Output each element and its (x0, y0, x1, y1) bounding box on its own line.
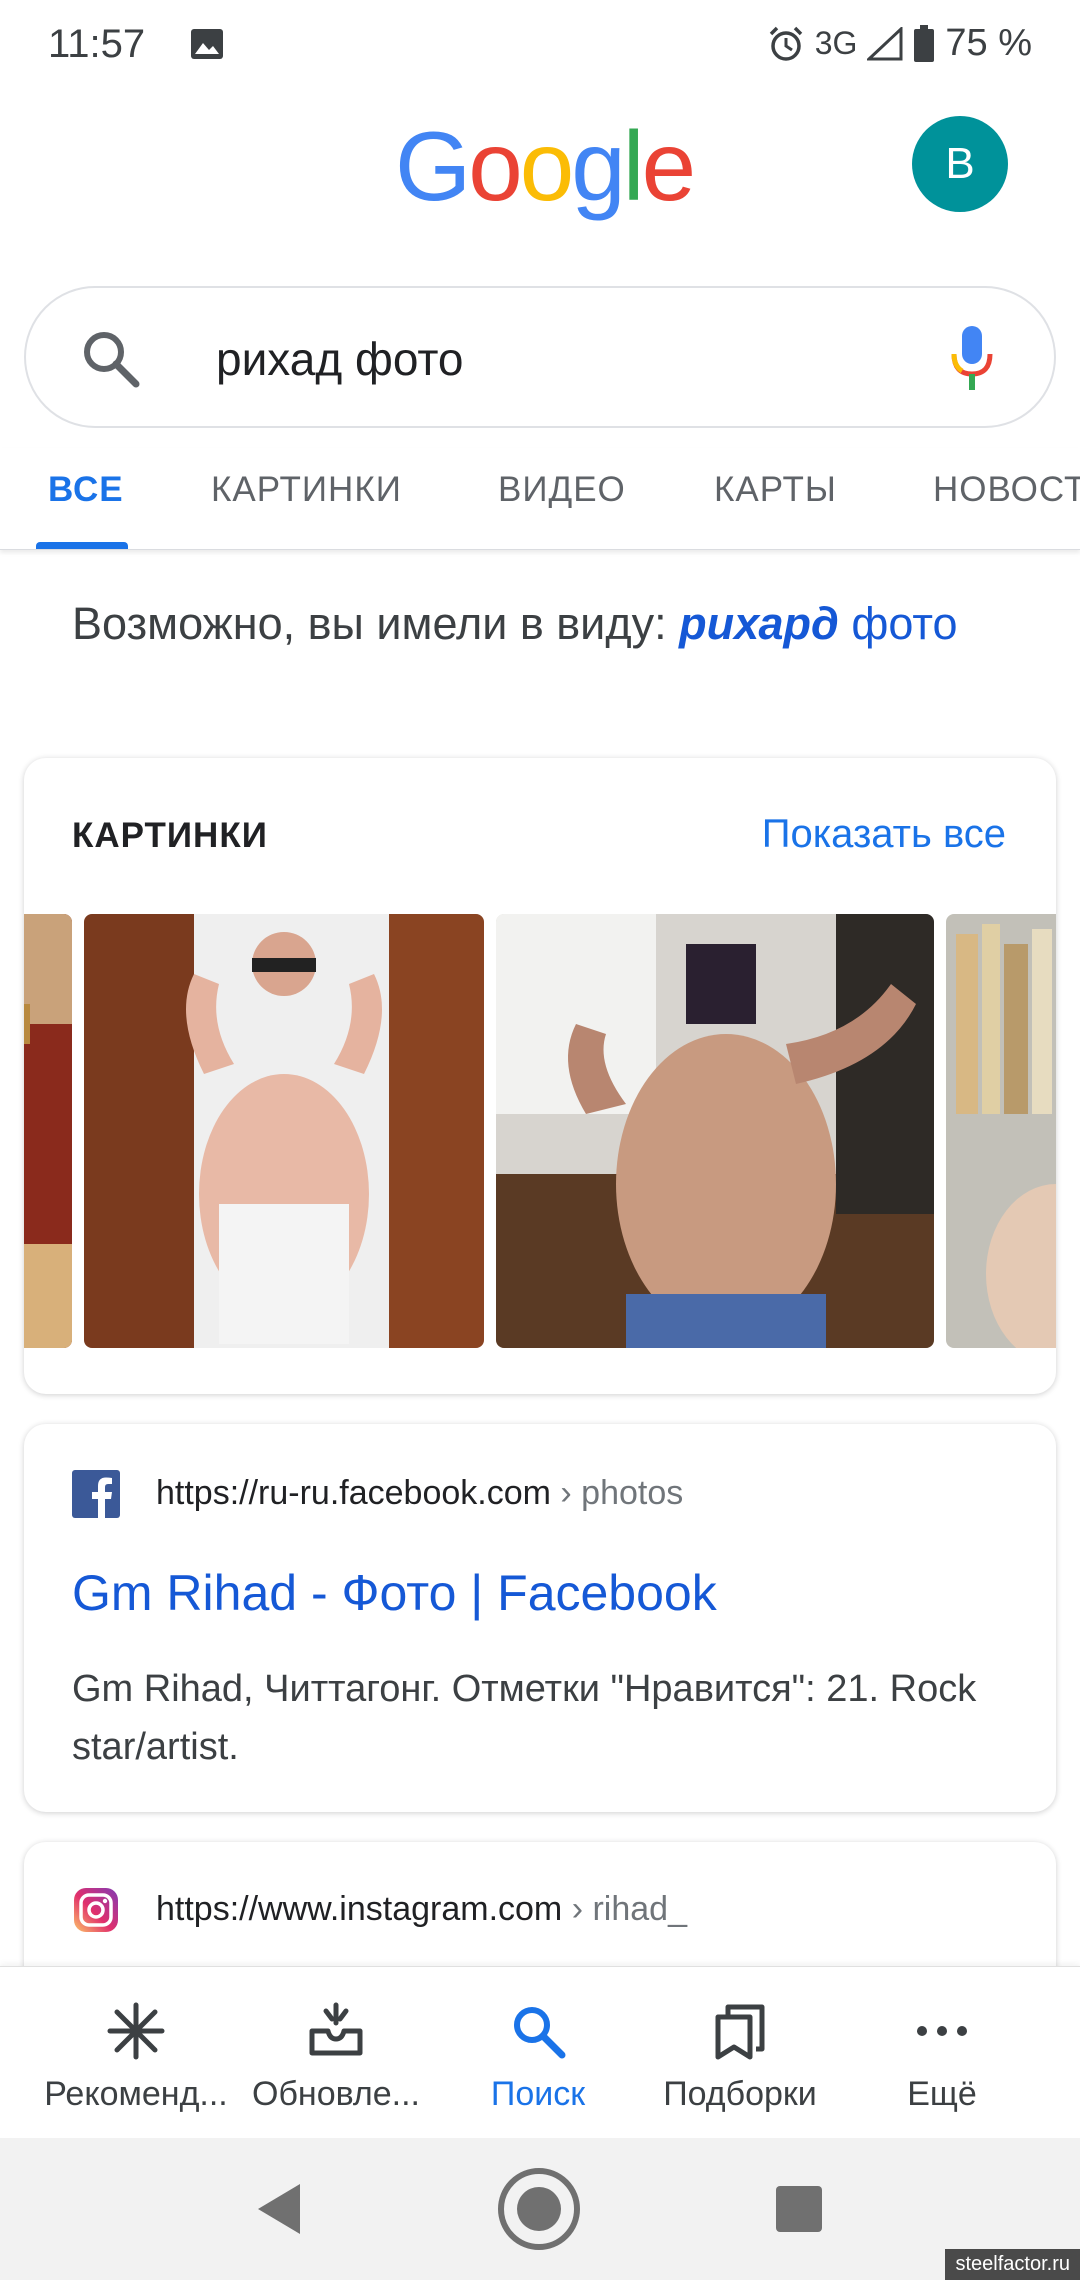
result-url-crumb: › photos (560, 1474, 684, 1512)
result-url-host: https://ru-ru.facebook.com (156, 1474, 551, 1512)
tab-news[interactable]: НОВОСТИ (933, 470, 1080, 510)
battery-icon (914, 24, 935, 62)
status-icons: 3G 75 % (767, 22, 1032, 65)
nav-more[interactable]: Ещё (834, 1967, 1050, 2139)
nav-search[interactable]: Поиск (430, 1967, 646, 2139)
microphone-icon[interactable] (948, 324, 996, 394)
image-thumbnail[interactable] (24, 914, 72, 1348)
did-you-mean-link[interactable]: рихард фото (679, 598, 957, 649)
status-time: 11:57 (48, 22, 146, 66)
tab-maps[interactable]: КАРТЫ (714, 470, 837, 510)
alarm-icon (769, 26, 802, 61)
more-icon (917, 2026, 967, 2036)
did-you-mean: Возможно, вы имели в виду: рихард фото (72, 596, 1012, 652)
tab-images[interactable]: КАРТИНКИ (211, 470, 402, 510)
back-icon[interactable] (256, 2182, 302, 2236)
nav-label: Ещё (907, 2075, 977, 2113)
nav-label: Обновле... (252, 2075, 420, 2113)
nav-recommendations[interactable]: Рекоменд... (28, 1967, 244, 2139)
images-card: КАРТИНКИ Показать все (24, 758, 1056, 1394)
image-thumbnail[interactable] (84, 914, 484, 1348)
result-snippet: Gm Rihad, Читтагонг. Отметки "Нравится":… (72, 1668, 977, 1768)
recent-apps-icon[interactable] (776, 2186, 822, 2232)
nav-collections[interactable]: Подборки (632, 1967, 848, 2139)
avatar-letter: B (945, 139, 975, 188)
image-carousel (24, 914, 1056, 1348)
search-input[interactable]: рихад фото (216, 332, 464, 386)
tab-all[interactable]: ВСЕ (48, 470, 124, 510)
status-bar: 11:57 3G 75 % (0, 0, 1080, 92)
nav-label: Поиск (490, 2075, 586, 2113)
images-section-title: КАРТИНКИ (72, 816, 268, 855)
image-notification-icon (191, 29, 223, 59)
result-url-host: https://www.instagram.com (156, 1890, 563, 1928)
signal-icon (867, 26, 903, 60)
tab-video[interactable]: ВИДЕО (498, 470, 626, 510)
home-icon[interactable] (496, 2166, 582, 2252)
suggestion-bold: рихард (679, 598, 839, 649)
did-you-mean-prefix: Возможно, вы имели в виду: (72, 598, 667, 649)
facebook-icon (72, 1470, 120, 1518)
search-icon (84, 332, 140, 388)
nav-label: Рекоменд... (44, 2075, 228, 2113)
system-navigation-bar: steelfactor.ru (0, 2138, 1080, 2280)
show-all-link[interactable]: Показать все (762, 812, 1006, 857)
bottom-navigation: Рекоменд... Обновле... Поиск Подборки Ещ… (0, 1966, 1080, 2138)
watermark: steelfactor.ru (945, 2249, 1080, 2280)
result-url[interactable]: https://ru-ru.facebook.com › photos (156, 1474, 683, 1513)
nav-label: Подборки (663, 2075, 817, 2113)
svg-text:Google: Google (395, 112, 693, 221)
instagram-icon (74, 1888, 118, 1932)
search-icon (514, 2007, 566, 2059)
account-avatar[interactable]: B (912, 116, 1008, 212)
nav-updates[interactable]: Обновле... (228, 1967, 444, 2139)
image-thumbnail[interactable] (496, 914, 934, 1348)
collections-icon (715, 2004, 765, 2060)
result-url[interactable]: https://www.instagram.com › rihad_ (156, 1890, 687, 1929)
search-box[interactable]: рихад фото (24, 286, 1056, 428)
asterisk-icon (107, 2002, 165, 2060)
battery-level: 75 % (945, 22, 1032, 64)
image-thumbnail[interactable] (946, 914, 1056, 1348)
result-url-crumb: › rihad_ (571, 1890, 687, 1928)
network-type: 3G (814, 25, 858, 61)
search-tabs: ВСЕ КАРТИНКИ ВИДЕО КАРТЫ НОВОСТИ (0, 448, 1080, 550)
suggestion-rest: фото (851, 598, 958, 649)
google-logo: Google (395, 112, 695, 221)
active-tab-indicator (36, 542, 128, 549)
result-title[interactable]: Gm Rihad - Фото | Facebook (72, 1564, 717, 1622)
search-result[interactable]: https://ru-ru.facebook.com › photos Gm R… (24, 1424, 1056, 1812)
updates-icon (309, 2002, 363, 2056)
